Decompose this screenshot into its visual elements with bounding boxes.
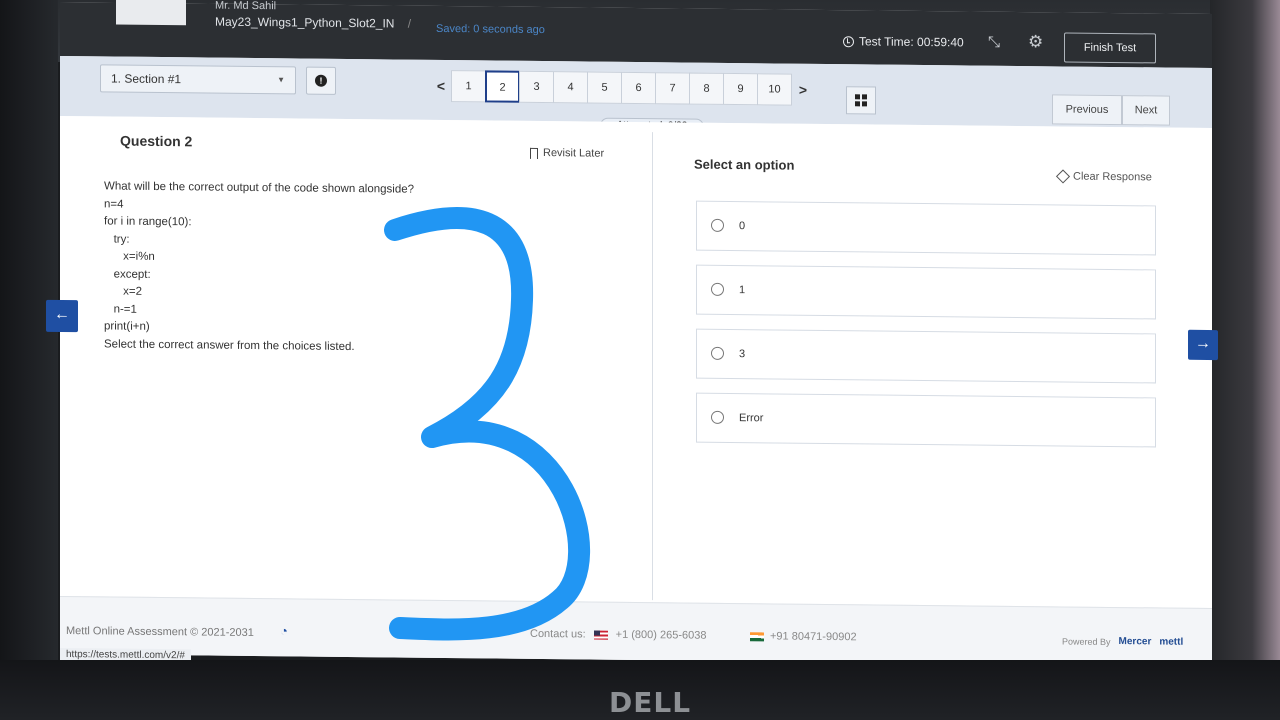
test-name: May23_Wings1_Python_Slot2_IN /: [215, 15, 411, 31]
user-name: Mr. Md Sahil: [215, 0, 277, 13]
radio-button[interactable]: [711, 218, 724, 232]
select-option-heading: Select an option: [694, 156, 795, 173]
contact-india: +91 80471-90902: [750, 630, 857, 643]
question-line: for i in range(10):: [104, 215, 192, 229]
avatar: [116, 0, 186, 26]
contact-us: Contact us: +1 (800) 265-6038: [530, 628, 706, 642]
powered-by-label: Powered By: [1062, 635, 1111, 647]
next-button[interactable]: Next: [1122, 95, 1170, 126]
question-line: Select the correct answer from the choic…: [104, 337, 355, 353]
us-flag-icon: [593, 630, 608, 640]
option-label: 0: [739, 220, 746, 233]
test-time-label: Test Time: 00:59:40: [859, 34, 964, 50]
compress-icon[interactable]: ⤡: [988, 34, 1000, 51]
page-8-button[interactable]: 8: [689, 72, 724, 105]
arrow-left-icon[interactable]: ←: [46, 299, 78, 333]
india-flag-icon: [750, 631, 764, 641]
info-button[interactable]: !: [306, 66, 336, 95]
question-pager: < 1 2 3 4 5 6 7 8 9 10 >: [430, 70, 814, 106]
option-3[interactable]: 3: [696, 328, 1156, 384]
mettl-logo: mettl: [1159, 636, 1184, 648]
radio-button[interactable]: [711, 346, 724, 360]
contact-prefix: Contact us:: [530, 627, 586, 641]
radio-button[interactable]: [711, 282, 724, 296]
pager-prev-arrow[interactable]: <: [430, 78, 452, 94]
dell-logo: DELL: [609, 686, 692, 719]
powered-by: Powered By Mercer mettl: [1062, 635, 1184, 648]
page-1-button[interactable]: 1: [451, 70, 486, 103]
pager-next-arrow[interactable]: >: [792, 82, 814, 98]
option-1[interactable]: 1: [696, 264, 1156, 320]
page-6-button[interactable]: 6: [621, 71, 656, 105]
chevron-down-icon: ▼: [277, 75, 285, 85]
question-area: Question 2 Revisit Later What will be th…: [60, 115, 1212, 609]
test-name-separator: /: [407, 16, 412, 31]
question-title: Question 2: [120, 132, 193, 150]
question-line: except:: [104, 267, 151, 281]
section-dropdown[interactable]: 1. Section #1 ▼: [100, 64, 296, 95]
option-0[interactable]: 0: [696, 200, 1156, 256]
radio-button[interactable]: [711, 410, 724, 424]
pager-numbers: 1 2 3 4 5 6 7 8 9 10: [451, 70, 792, 106]
question-line: What will be the correct output of the c…: [104, 180, 415, 196]
laptop-bezel-right: [1210, 0, 1280, 660]
revisit-later-button[interactable]: Revisit Later: [530, 147, 604, 160]
copyright-text: Mettl Online Assessment © 2021-2031: [66, 625, 254, 639]
mercer-logo: Mercer: [1118, 636, 1152, 648]
bookmark-icon: [530, 147, 538, 159]
wifi-icon: ◔: [280, 623, 288, 639]
page-2-button[interactable]: 2: [485, 70, 520, 103]
question-grid-button[interactable]: [846, 86, 876, 115]
section-dropdown-value: 1. Section #1: [111, 71, 182, 87]
test-timer: Test Time: 00:59:40: [843, 34, 964, 49]
page-9-button[interactable]: 9: [723, 72, 758, 106]
clock-icon: [843, 35, 854, 47]
question-text: What will be the correct output of the c…: [104, 178, 414, 356]
page-10-button[interactable]: 10: [757, 73, 792, 106]
option-label: 3: [739, 348, 746, 361]
info-icon: !: [315, 74, 327, 87]
clear-response-button[interactable]: Clear Response: [1055, 169, 1152, 184]
pane-divider: [652, 132, 653, 601]
finish-test-button[interactable]: Finish Test: [1064, 32, 1156, 64]
phone-us[interactable]: +1 (800) 265-6038: [616, 629, 707, 642]
gear-icon[interactable]: ⚙: [1028, 32, 1043, 52]
screen: Mr. Md Sahil May23_Wings1_Python_Slot2_I…: [46, 0, 1218, 667]
page-5-button[interactable]: 5: [587, 71, 622, 104]
revisit-later-label: Revisit Later: [543, 147, 605, 160]
page-3-button[interactable]: 3: [519, 70, 554, 104]
page-4-button[interactable]: 4: [553, 71, 588, 104]
option-error[interactable]: Error: [696, 392, 1156, 448]
previous-button[interactable]: Previous: [1052, 94, 1122, 126]
phone-in[interactable]: +91 80471-90902: [770, 630, 857, 643]
eraser-icon: [1055, 169, 1071, 184]
option-label: Error: [739, 412, 764, 425]
test-name-text: May23_Wings1_Python_Slot2_IN: [215, 14, 395, 31]
option-label: 1: [739, 284, 746, 297]
grid-icon: [855, 94, 867, 107]
arrow-right-icon[interactable]: →: [1188, 329, 1218, 361]
clear-response-label: Clear Response: [1073, 170, 1152, 184]
saved-status: Saved: 0 seconds ago: [436, 22, 545, 37]
footer: Mettl Online Assessment © 2021-2031 ◔ Co…: [60, 595, 1212, 667]
page-7-button[interactable]: 7: [655, 72, 690, 105]
